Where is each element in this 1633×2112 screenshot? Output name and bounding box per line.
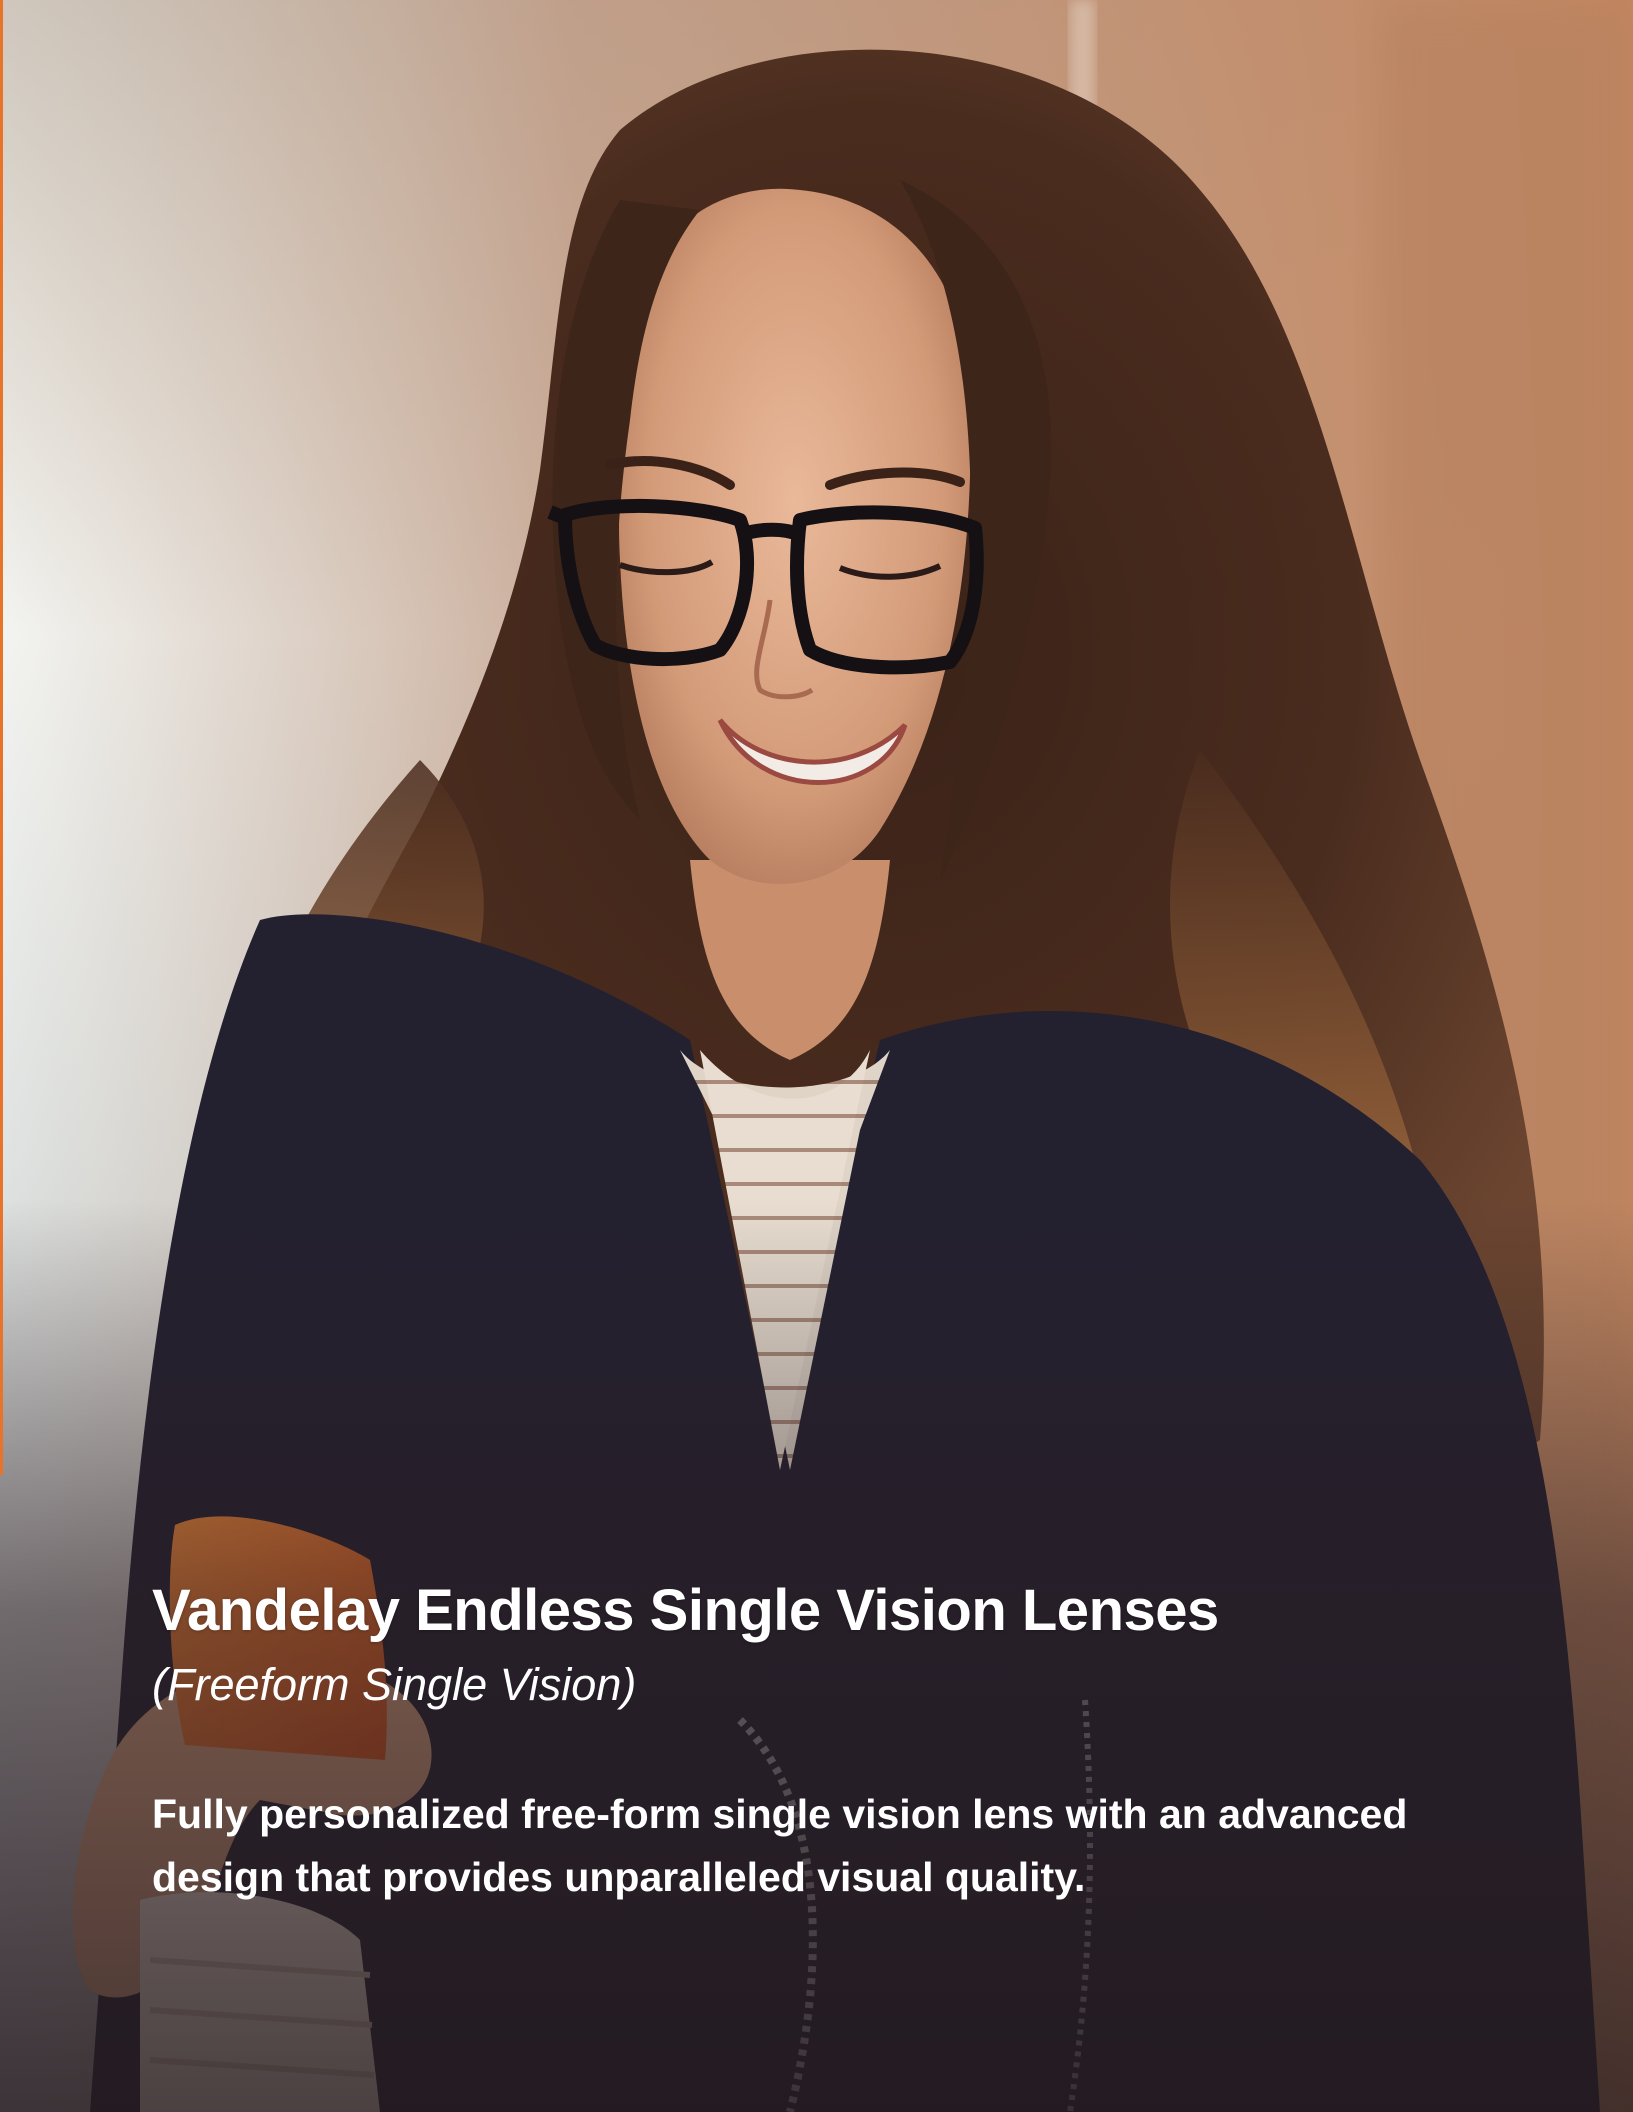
product-description: Fully personalized free-form single visi… (152, 1791, 1408, 1900)
product-page: Vandelay Endless Single Vision Lenses (F… (0, 0, 1633, 2112)
accent-edge-bar (0, 0, 3, 1475)
product-subtitle: (Freeform Single Vision) (152, 1659, 637, 1710)
product-copy: Vandelay Endless Single Vision Lenses (F… (152, 1575, 1552, 1909)
product-title: Vandelay Endless Single Vision Lenses (152, 1578, 1219, 1643)
